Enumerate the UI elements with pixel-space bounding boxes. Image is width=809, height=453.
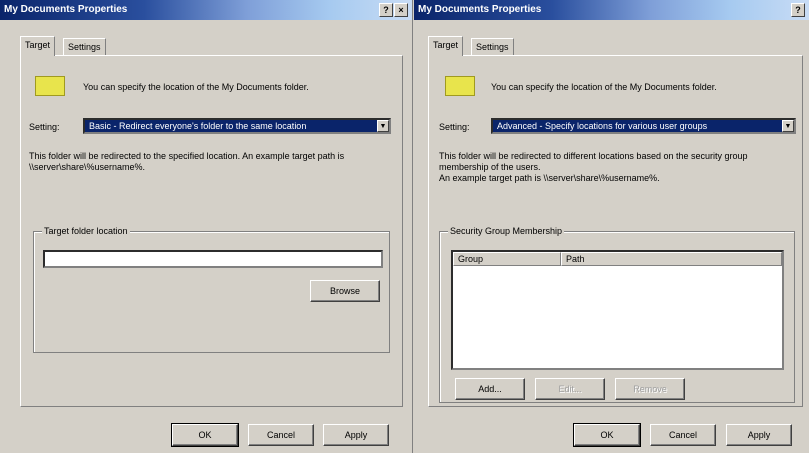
column-header-group[interactable]: Group [453, 252, 561, 266]
tab-target[interactable]: Target [428, 36, 464, 56]
help-button[interactable]: ? [791, 3, 805, 17]
setting-dropdown[interactable]: Advanced - Specify locations for various… [491, 118, 796, 134]
help-button[interactable]: ? [379, 3, 393, 17]
dropdown-arrow-icon[interactable]: ▼ [782, 120, 794, 132]
setting-dropdown-value: Advanced - Specify locations for various… [497, 121, 708, 131]
apply-button[interactable]: Apply [726, 424, 792, 446]
target-folder-location-group: Target folder location Browse [33, 226, 390, 353]
tab-panel: You can specify the location of the My D… [428, 55, 803, 407]
window-title: My Documents Properties [4, 4, 128, 15]
folder-icon [445, 76, 475, 96]
ok-button[interactable]: OK [171, 423, 239, 447]
title-bar[interactable]: My Documents Properties ? × [0, 0, 412, 20]
info-text: You can specify the location of the My D… [83, 82, 309, 92]
setting-label: Setting: [439, 122, 470, 132]
description-text: This folder will be redirected to differ… [439, 151, 748, 183]
tab-settings[interactable]: Settings [63, 38, 106, 55]
dropdown-arrow-icon[interactable]: ▼ [377, 120, 389, 132]
setting-dropdown[interactable]: Basic - Redirect everyone's folder to th… [83, 118, 391, 134]
description-text: This folder will be redirected to the sp… [29, 151, 345, 172]
tab-target[interactable]: Target [20, 36, 56, 56]
target-path-input[interactable] [43, 250, 383, 268]
group-label: Target folder location [42, 226, 130, 236]
setting-label: Setting: [29, 122, 60, 132]
my-documents-properties-dialog-advanced: My Documents Properties ? Target Setting… [414, 0, 809, 453]
my-documents-properties-dialog-basic: My Documents Properties ? × Target Setti… [0, 0, 413, 453]
setting-dropdown-value: Basic - Redirect everyone's folder to th… [89, 121, 307, 131]
window-title: My Documents Properties [418, 4, 542, 15]
folder-icon [35, 76, 65, 96]
add-button[interactable]: Add... [455, 378, 525, 400]
edit-button[interactable]: Edit... [535, 378, 605, 400]
title-bar[interactable]: My Documents Properties ? [414, 0, 809, 20]
info-text: You can specify the location of the My D… [491, 82, 717, 92]
security-group-membership-group: Security Group Membership Group Path Add… [439, 226, 795, 403]
tab-settings[interactable]: Settings [471, 38, 514, 55]
ok-button[interactable]: OK [573, 423, 641, 447]
cancel-button[interactable]: Cancel [248, 424, 314, 446]
close-button[interactable]: × [394, 3, 408, 17]
apply-button[interactable]: Apply [323, 424, 389, 446]
tab-panel: You can specify the location of the My D… [20, 55, 403, 407]
browse-button[interactable]: Browse [310, 280, 380, 302]
column-header-path[interactable]: Path [561, 252, 782, 266]
remove-button[interactable]: Remove [615, 378, 685, 400]
group-label: Security Group Membership [448, 226, 565, 236]
group-path-listview[interactable]: Group Path [451, 250, 784, 370]
cancel-button[interactable]: Cancel [650, 424, 716, 446]
